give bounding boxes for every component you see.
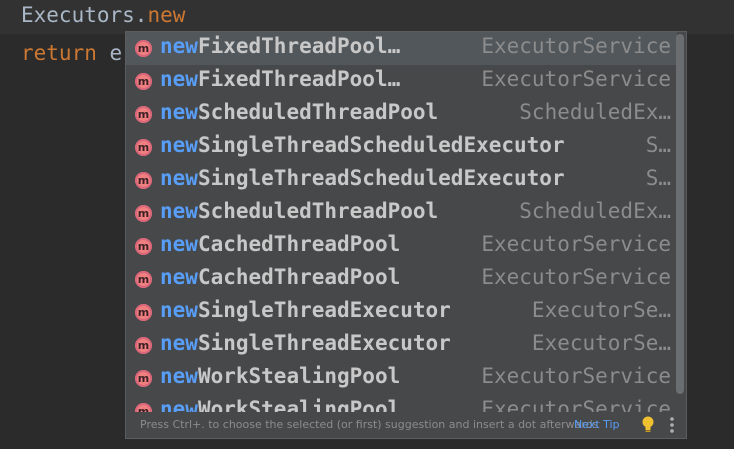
match-prefix: new <box>160 67 198 91</box>
method-icon: m <box>135 370 152 387</box>
suggestion-name: newCachedThreadPool <box>160 232 400 256</box>
suggestion-name: newSingleThreadScheduledExecutor <box>160 166 565 190</box>
suggestion-name: newFixedThreadPool… <box>160 34 400 58</box>
suggestion-name: newScheduledThreadPool <box>160 199 438 223</box>
suggestion-rest: SingleThreadExecutor <box>197 298 451 322</box>
method-icon: m <box>135 172 152 189</box>
more-options-icon[interactable] <box>669 416 675 434</box>
suggestion-item[interactable]: m newSingleThreadScheduledExecutor S… <box>126 131 677 164</box>
suggestion-rest: CachedThreadPool <box>197 265 401 289</box>
suggestion-item[interactable]: m newCachedThreadPool ExecutorService <box>126 230 677 263</box>
suggestion-rest: SingleThreadScheduledExecutor <box>197 166 565 190</box>
suggestion-rest: ScheduledThreadPool <box>197 100 439 124</box>
suggestion-rest: FixedThreadPool… <box>197 67 401 91</box>
method-icon: m <box>135 271 152 288</box>
scrollbar-thumb[interactable] <box>676 34 684 394</box>
suggestion-item[interactable]: m newWorkStealingPool ExecutorService <box>126 362 677 395</box>
lightbulb-icon[interactable] <box>641 416 655 434</box>
completion-popup[interactable]: m newFixedThreadPool… ExecutorService m newF… <box>125 31 687 439</box>
suggestion-name: newWorkStealingPool <box>160 364 400 388</box>
return-type: ScheduledEx… <box>519 100 671 124</box>
suggestion-name: newSingleThreadExecutor <box>160 298 451 322</box>
suggestion-item[interactable]: m newFixedThreadPool… ExecutorService <box>126 65 677 98</box>
method-icon: m <box>135 238 152 255</box>
code-object: Executors. <box>21 3 148 27</box>
suggestion-rest: SingleThreadExecutor <box>197 331 451 355</box>
popup-footer: Press Ctrl+. to choose the selected (or … <box>126 412 686 438</box>
suggestion-list[interactable]: m newFixedThreadPool… ExecutorService m newF… <box>126 32 677 413</box>
suggestion-name: newWorkStealingPool <box>160 397 400 413</box>
return-type: ExecutorService <box>481 34 671 58</box>
suggestion-item[interactable]: m newScheduledThreadPool ScheduledEx… <box>126 98 677 131</box>
return-type: ExecutorSe… <box>531 331 671 355</box>
method-icon: m <box>135 73 152 90</box>
code-line-1[interactable]: Executors.new <box>21 3 185 27</box>
method-icon: m <box>135 337 152 354</box>
method-icon: m <box>135 205 152 222</box>
match-prefix: new <box>160 265 198 289</box>
return-type: ExecutorSe… <box>531 298 671 322</box>
return-type: S… <box>645 133 671 157</box>
match-prefix: new <box>160 166 198 190</box>
return-type: ExecutorService <box>481 364 671 388</box>
next-tip-link[interactable]: Next Tip <box>574 418 620 431</box>
match-prefix: new <box>160 364 198 388</box>
method-icon: m <box>135 304 152 321</box>
suggestion-item[interactable]: m newSingleThreadExecutor ExecutorSe… <box>126 296 677 329</box>
scrollbar-track[interactable] <box>676 32 684 413</box>
suggestion-name: newSingleThreadExecutor <box>160 331 451 355</box>
suggestion-item[interactable]: m newSingleThreadScheduledExecutor S… <box>126 164 677 197</box>
suggestion-item[interactable]: m newCachedThreadPool ExecutorService <box>126 263 677 296</box>
match-prefix: new <box>160 298 198 322</box>
match-prefix: new <box>160 133 198 157</box>
suggestion-rest: WorkStealingPool <box>197 364 401 388</box>
return-type: ScheduledEx… <box>519 199 671 223</box>
method-icon: m <box>135 106 152 123</box>
suggestion-item[interactable]: m newFixedThreadPool… ExecutorService <box>126 32 677 65</box>
method-icon: m <box>135 139 152 156</box>
suggestion-rest: ScheduledThreadPool <box>197 199 439 223</box>
suggestion-rest: FixedThreadPool… <box>197 34 401 58</box>
match-prefix: new <box>160 331 198 355</box>
return-type: ExecutorService <box>481 397 671 413</box>
code-keyword: return <box>21 41 97 65</box>
return-type: ExecutorService <box>481 232 671 256</box>
suggestion-rest: SingleThreadScheduledExecutor <box>197 133 565 157</box>
suggestion-rest: WorkStealingPool <box>197 397 401 413</box>
match-prefix: new <box>160 199 198 223</box>
suggestion-item[interactable]: m newWorkStealingPool ExecutorService <box>126 395 677 413</box>
suggestion-item[interactable]: m newSingleThreadExecutor ExecutorSe… <box>126 329 677 362</box>
return-type: S… <box>645 166 671 190</box>
code-method-typed: new <box>147 3 186 27</box>
match-prefix: new <box>160 232 198 256</box>
code-line-2[interactable]: return e <box>21 41 122 65</box>
suggestion-name: newScheduledThreadPool <box>160 100 438 124</box>
footer-hint: Press Ctrl+. to choose the selected (or … <box>140 418 599 431</box>
match-prefix: new <box>160 100 198 124</box>
suggestion-item[interactable]: m newScheduledThreadPool ScheduledEx… <box>126 197 677 230</box>
return-type: ExecutorService <box>481 265 671 289</box>
suggestion-name: newSingleThreadScheduledExecutor <box>160 133 565 157</box>
suggestion-rest: CachedThreadPool <box>197 232 401 256</box>
return-type: ExecutorService <box>481 67 671 91</box>
suggestion-name: newFixedThreadPool… <box>160 67 400 91</box>
suggestion-name: newCachedThreadPool <box>160 265 400 289</box>
match-prefix: new <box>160 34 198 58</box>
method-icon: m <box>135 40 152 57</box>
match-prefix: new <box>160 397 198 413</box>
code-partial: e <box>96 41 123 65</box>
